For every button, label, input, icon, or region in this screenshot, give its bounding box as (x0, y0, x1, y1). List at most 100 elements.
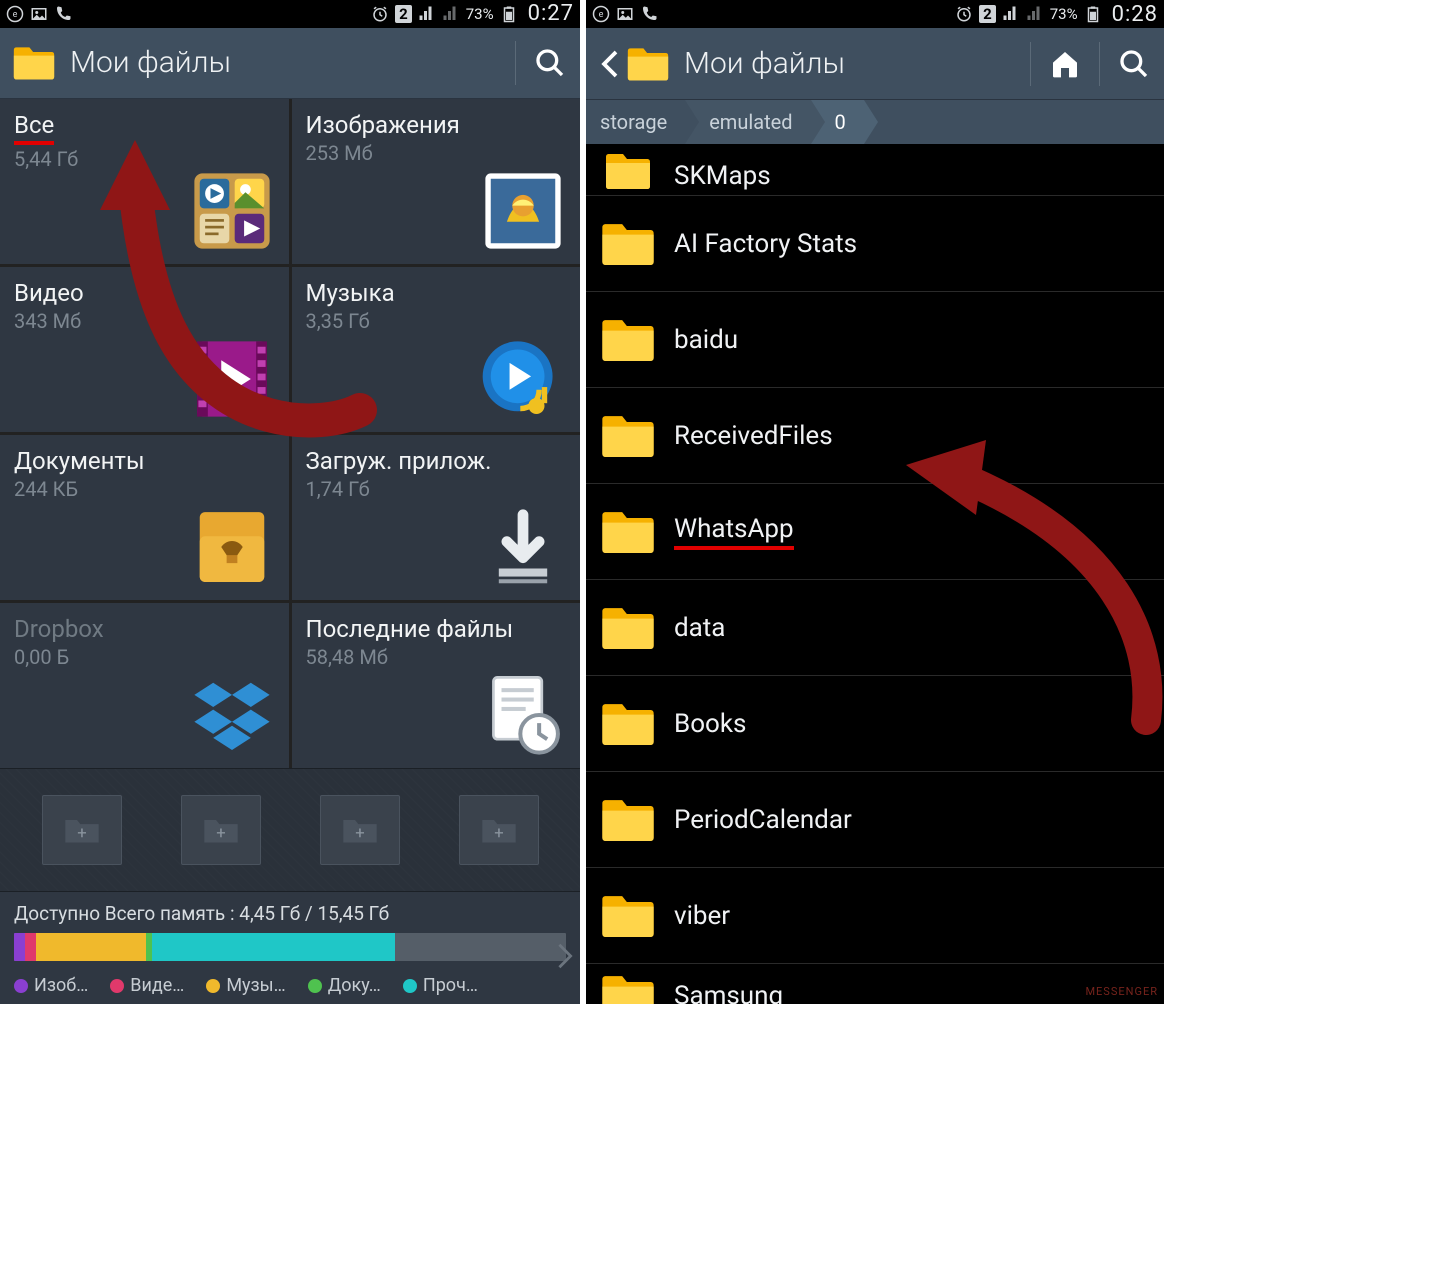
dropbox-icon (189, 672, 275, 758)
search-icon (534, 47, 566, 79)
e-badge-icon: e (6, 5, 24, 23)
folder-icon (600, 604, 656, 652)
add-shortcut-4[interactable]: + (459, 795, 539, 865)
folder-row[interactable]: data (586, 580, 1164, 676)
recent-files-icon (480, 672, 566, 758)
signal-icon-2 (442, 5, 460, 23)
add-shortcut-2[interactable]: + (181, 795, 261, 865)
storage-label: Доступно Всего память : 4,45 Гб / 15,45 … (14, 902, 566, 925)
battery-icon (1084, 5, 1102, 23)
app-folder-icon (12, 44, 56, 82)
status-bar: e 2 73% 0:28 (586, 0, 1164, 28)
signal-icon (1002, 5, 1020, 23)
svg-text:+: + (77, 824, 86, 843)
folder-row[interactable]: PeriodCalendar (586, 772, 1164, 868)
breadcrumb: storage emulated 0 (586, 100, 1164, 144)
folder-add-icon: + (62, 813, 102, 847)
storage-panel[interactable]: Доступно Всего память : 4,45 Гб / 15,45 … (0, 892, 580, 1004)
home-button[interactable] (1041, 40, 1089, 88)
picture-icon (30, 5, 48, 23)
alarm-icon (371, 5, 389, 23)
folder-icon (600, 972, 656, 1005)
folder-row[interactable]: viber (586, 868, 1164, 964)
folder-add-icon: + (201, 813, 241, 847)
alarm-icon (955, 5, 973, 23)
chevron-right-icon (556, 942, 574, 974)
tile-dropbox[interactable]: Dropbox 0,00 Б (0, 603, 289, 768)
e-badge-icon: e (592, 5, 610, 23)
tile-music[interactable]: Музыка 3,35 Гб (292, 267, 581, 432)
svg-text:e: e (13, 10, 18, 20)
add-shortcut-1[interactable]: + (42, 795, 122, 865)
storage-legend: Изоб… Виде… Музы… Доку… Проч… (14, 975, 566, 996)
app-title: Мои файлы (70, 45, 231, 80)
video-icon (189, 336, 275, 422)
search-button[interactable] (526, 39, 574, 87)
folder-add-icon: + (479, 813, 519, 847)
folder-icon (600, 151, 656, 191)
download-icon (480, 504, 566, 590)
search-icon (1118, 48, 1150, 80)
chevron-left-icon (601, 49, 619, 79)
app-folder-icon (626, 45, 670, 83)
phone-icon (54, 5, 72, 23)
folder-row[interactable]: AI Factory Stats (586, 196, 1164, 292)
storage-bar (14, 933, 566, 961)
signal-icon (418, 5, 436, 23)
folder-row[interactable]: ReceivedFiles (586, 388, 1164, 484)
status-bar: e 2 73% 0:27 (0, 0, 580, 28)
folder-icon (600, 412, 656, 460)
tile-all[interactable]: Все 5,44 Гб (0, 99, 289, 264)
svg-text:+: + (216, 824, 225, 843)
svg-text:+: + (355, 824, 364, 843)
folder-icon (600, 508, 656, 556)
phone-left: e 2 73% 0:27 Мои файлы Все 5,44 Гб (0, 0, 580, 1004)
category-grid: Все 5,44 Гб Изображения 253 Мб Видео 343… (0, 99, 580, 768)
sim-indicator: 2 (979, 5, 996, 23)
folder-icon (600, 892, 656, 940)
music-icon (480, 336, 566, 422)
action-bar: Мои файлы (586, 28, 1164, 100)
folder-icon (600, 700, 656, 748)
sim-indicator: 2 (395, 5, 412, 23)
watermark-text: MESSENGER (1085, 985, 1158, 998)
images-icon (480, 168, 566, 254)
signal-icon-2 (1026, 5, 1044, 23)
folder-row[interactable]: baidu (586, 292, 1164, 388)
folder-row[interactable]: SKMaps (586, 144, 1164, 196)
home-icon (1049, 48, 1081, 80)
clock-text: 0:28 (1112, 2, 1158, 27)
battery-percent: 73% (466, 5, 494, 23)
crumb-emulated[interactable]: emulated (685, 100, 810, 144)
tile-documents[interactable]: Документы 244 КБ (0, 435, 289, 600)
phone-icon (640, 5, 658, 23)
svg-text:e: e (599, 10, 604, 20)
phone-right: e 2 73% 0:28 Мои файлы (586, 0, 1164, 1004)
tile-downloaded-apps[interactable]: Загруж. прилож. 1,74 Гб (292, 435, 581, 600)
action-bar: Мои файлы (0, 28, 580, 99)
picture-icon (616, 5, 634, 23)
folder-add-icon: + (340, 813, 380, 847)
tile-recent[interactable]: Последние файлы 58,48 Мб (292, 603, 581, 768)
all-files-icon (189, 168, 275, 254)
clock-text: 0:27 (528, 1, 574, 26)
folder-row[interactable]: Books (586, 676, 1164, 772)
crumb-storage[interactable]: storage (586, 100, 685, 144)
documents-icon (189, 504, 275, 590)
tile-images[interactable]: Изображения 253 Мб (292, 99, 581, 264)
add-shortcut-3[interactable]: + (320, 795, 400, 865)
app-title: Мои файлы (684, 46, 845, 81)
svg-text:+: + (494, 824, 503, 843)
tile-video[interactable]: Видео 343 Мб (0, 267, 289, 432)
folder-row-whatsapp[interactable]: WhatsApp (586, 484, 1164, 580)
folder-row[interactable]: Samsung (586, 964, 1164, 1004)
battery-icon (500, 5, 518, 23)
folder-list[interactable]: SKMaps AI Factory Stats baidu ReceivedFi… (586, 144, 1164, 1004)
battery-percent: 73% (1050, 5, 1078, 23)
folder-icon (600, 220, 656, 268)
folder-icon (600, 796, 656, 844)
back-button[interactable] (598, 49, 622, 79)
search-button[interactable] (1110, 40, 1158, 88)
shortcuts-row: + + + + (0, 768, 580, 892)
folder-icon (600, 316, 656, 364)
